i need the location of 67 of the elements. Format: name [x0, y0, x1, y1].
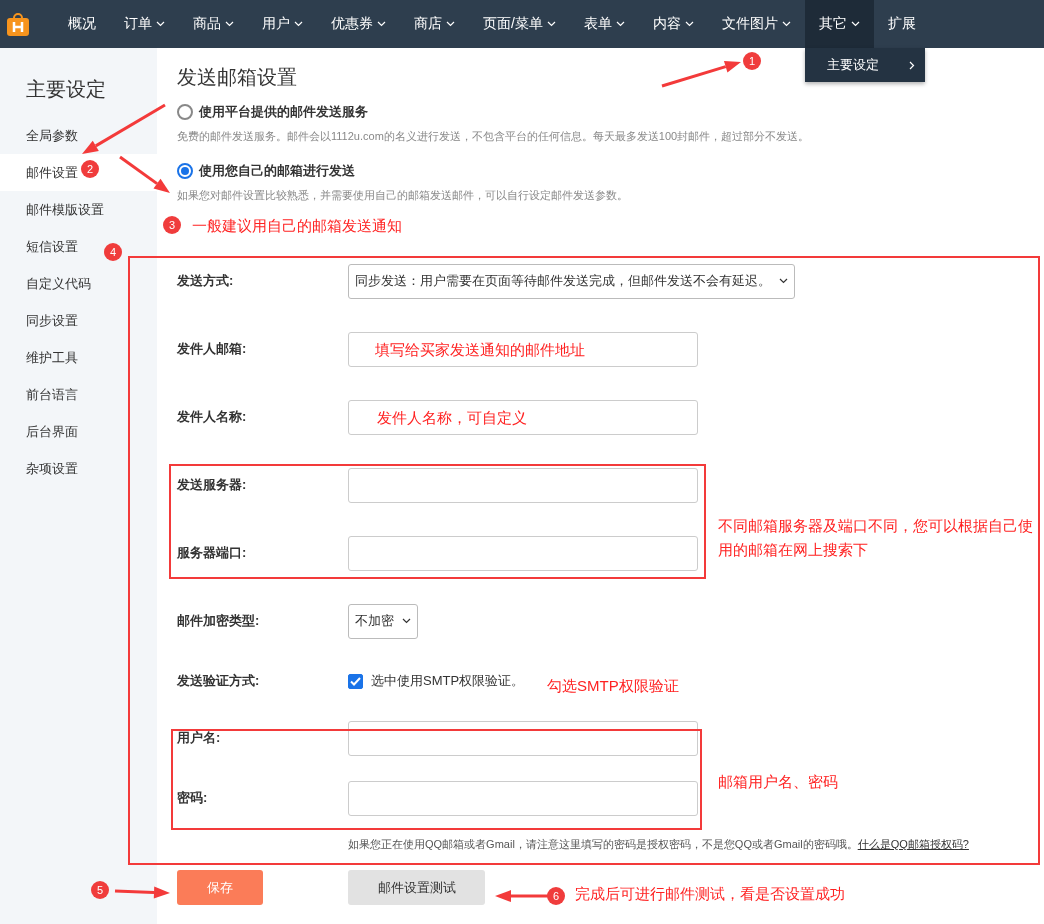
nav-menu-item[interactable]: 页面/菜单: [469, 0, 570, 48]
chevron-right-icon: [908, 60, 915, 70]
sidebar-item[interactable]: 全局参数: [0, 117, 82, 154]
step-number-badge: 6: [547, 887, 565, 905]
nav-menu-item[interactable]: 表单: [569, 0, 639, 48]
nav-menu-item[interactable]: 用户: [248, 0, 317, 48]
sidebar-item[interactable]: 前台语言: [0, 376, 82, 413]
sidebar-item[interactable]: 自定义代码: [0, 265, 95, 302]
field-label: 发送方式:: [177, 272, 235, 290]
select-dropdown[interactable]: 同步发送：用户需要在页面等待邮件发送完成，但邮件发送不会有延迟。: [348, 263, 795, 299]
sidebar-item[interactable]: 维护工具: [0, 339, 82, 376]
field-label: 邮件加密类型:: [177, 612, 261, 630]
nav-menu-item[interactable]: 订单: [110, 0, 179, 48]
nav-menu-item[interactable]: 优惠券: [317, 0, 400, 48]
sidebar-item[interactable]: 杂项设置: [0, 450, 82, 487]
step-number-badge: 1: [743, 52, 761, 70]
nav-menu-item[interactable]: 文件图片: [707, 0, 805, 48]
radio-label: 使用平台提供的邮件发送服务: [199, 103, 368, 121]
chevron-down-icon: [402, 618, 411, 624]
sidebar-item[interactable]: 同步设置: [0, 302, 82, 339]
annotation-note: 完成后可进行邮件测试，看是否设置成功: [575, 885, 845, 904]
page-title: 发送邮箱设置: [177, 65, 297, 90]
input-field[interactable]: [348, 720, 698, 756]
checkbox-label: 选中使用SMTP权限验证。: [371, 672, 525, 690]
annotation-note: 邮箱用户名、密码: [718, 773, 838, 792]
annotation-note: 填写给买家发送通知的邮件地址: [375, 341, 585, 360]
input-field[interactable]: [348, 331, 698, 367]
nav-menu-item[interactable]: 商品: [179, 0, 248, 48]
option-description: 免费的邮件发送服务。邮件会以1112u.com的名义进行发送，不包含平台的任何信息。每天最多发送100封邮件，超过部分不发送。: [177, 129, 811, 144]
field-label: 发送服务器:: [177, 476, 248, 494]
nav-menu-item[interactable]: 扩展: [873, 0, 930, 48]
chevron-down-icon: [779, 278, 788, 284]
nav-menu-item[interactable]: 商店: [400, 0, 469, 48]
annotation-note: 勾选SMTP权限验证: [547, 677, 679, 696]
field-label: 发送验证方式:: [177, 672, 261, 690]
field-label: 密码:: [177, 789, 209, 807]
sidebar-item[interactable]: 后台界面: [0, 413, 82, 450]
radio-label: 使用您自己的邮箱进行发送: [199, 162, 355, 180]
option-description: 如果您对邮件设置比较熟悉，并需要使用自己的邮箱发送邮件，可以自行设定邮件发送参数。: [177, 188, 629, 203]
dropdown-menu-item[interactable]: 主要设定: [826, 56, 879, 74]
test-button[interactable]: 邮件设置测试: [348, 870, 485, 905]
annotation-note: 不同邮箱服务器及端口不同，您可以根据自己使用的邮箱在网上搜索下: [718, 516, 1034, 560]
nav-menu-item[interactable]: 内容: [638, 0, 708, 48]
nav-menu-item[interactable]: 概况: [54, 0, 110, 48]
sidebar-item[interactable]: 邮件模版设置: [0, 191, 108, 228]
help-link[interactable]: 什么是QQ邮箱授权码?: [857, 837, 969, 852]
step-number-badge: 3: [163, 216, 181, 234]
input-field[interactable]: [348, 535, 698, 571]
annotation-arrow: [495, 890, 549, 902]
shopping-bag-logo-icon: [6, 12, 30, 36]
sidebar-title: 主要设定: [25, 77, 107, 102]
field-label: 发件人邮箱:: [177, 340, 248, 358]
input-field[interactable]: [348, 467, 698, 503]
radio-button[interactable]: [177, 163, 193, 179]
annotation-note: 一般建议用自己的邮箱发送通知: [192, 217, 402, 236]
annotation-arrow: [114, 886, 170, 899]
checkbox[interactable]: [348, 673, 363, 689]
field-label: 发件人名称:: [177, 408, 248, 426]
password-hint: 如果您正在使用QQ邮箱或者Gmail，请注意这里填写的密码是授权密码，不是您QQ或者Gmail的密码哦。: [348, 837, 858, 852]
sidebar-item[interactable]: 短信设置: [0, 228, 82, 265]
field-label: 用户名:: [177, 729, 222, 747]
radio-button[interactable]: [177, 104, 193, 120]
field-label: 服务器端口:: [177, 544, 248, 562]
input-field[interactable]: [348, 780, 698, 816]
input-field[interactable]: [348, 399, 698, 435]
annotation-note: 发件人名称，可自定义: [377, 409, 527, 428]
select-dropdown[interactable]: 不加密: [348, 603, 418, 639]
